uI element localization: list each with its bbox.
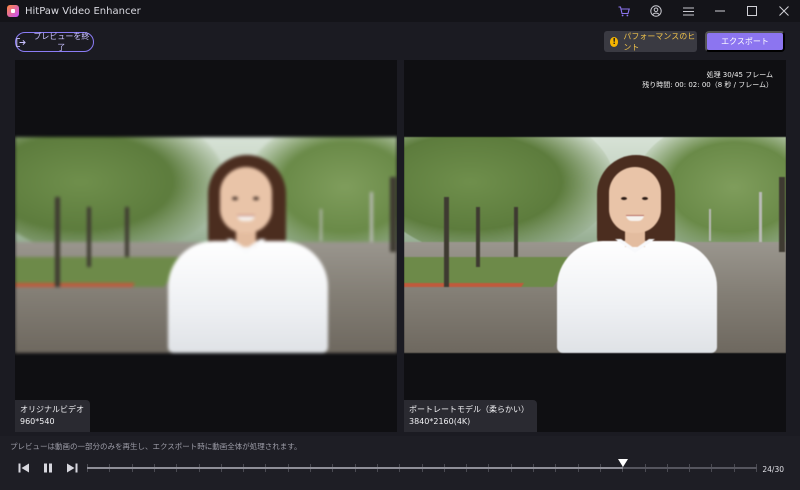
performance-hint-button[interactable]: ! パフォーマンスのヒント bbox=[604, 31, 697, 52]
playhead-handle[interactable] bbox=[618, 459, 628, 467]
account-icon[interactable] bbox=[640, 0, 672, 22]
app-title: HitPaw Video Enhancer bbox=[25, 5, 141, 17]
original-video-label: オリジナルビデオ bbox=[20, 405, 84, 414]
frame-counter: 24/30 bbox=[762, 465, 784, 474]
original-video-frame bbox=[15, 137, 397, 353]
minimize-icon[interactable] bbox=[704, 0, 736, 22]
enhanced-video-label-tag: ポートレートモデル（柔らかい） 3840*2160(4K) bbox=[404, 400, 537, 432]
performance-hint-label: パフォーマンスのヒント bbox=[623, 31, 696, 52]
maximize-icon[interactable] bbox=[736, 0, 768, 22]
original-video-label-tag: オリジナルビデオ 960*540 bbox=[15, 400, 90, 432]
previous-frame-button[interactable] bbox=[17, 461, 31, 475]
enhanced-video-frame bbox=[404, 137, 786, 353]
enhanced-video-resolution: 3840*2160(4K) bbox=[409, 417, 471, 426]
playback-bar: プレビューは動画の一部分のみを再生し、エクスポート時に動画全体が処理されます。 … bbox=[0, 436, 800, 490]
pause-button[interactable] bbox=[41, 461, 55, 475]
step-forward-icon bbox=[67, 463, 78, 473]
pause-icon bbox=[44, 463, 52, 473]
processing-progress: 処理 30/45 フレーム bbox=[706, 71, 773, 79]
original-video-panel: オリジナルビデオ 960*540 bbox=[15, 60, 397, 432]
timeline-track[interactable] bbox=[87, 467, 757, 469]
cart-icon[interactable] bbox=[608, 0, 640, 22]
timeline-progress bbox=[87, 467, 623, 469]
exit-icon bbox=[16, 37, 26, 47]
exit-preview-button[interactable]: プレビューを終了 bbox=[15, 32, 94, 52]
remaining-time: 残り時間: 00: 02: 00（8 秒 / フレーム） bbox=[642, 81, 773, 89]
next-frame-button[interactable] bbox=[65, 461, 79, 475]
preview-notice: プレビューは動画の一部分のみを再生し、エクスポート時に動画全体が処理されます。 bbox=[10, 442, 302, 451]
original-video-resolution: 960*540 bbox=[20, 417, 55, 426]
close-icon[interactable] bbox=[768, 0, 800, 22]
menu-icon[interactable] bbox=[672, 0, 704, 22]
step-back-icon bbox=[18, 463, 29, 473]
processing-status: 処理 30/45 フレーム 残り時間: 00: 02: 00（8 秒 / フレー… bbox=[642, 70, 773, 90]
title-bar: HitPaw Video Enhancer bbox=[0, 0, 800, 22]
warning-icon: ! bbox=[610, 36, 619, 47]
window-controls bbox=[608, 0, 800, 22]
enhanced-model-label: ポートレートモデル（柔らかい） bbox=[409, 405, 529, 414]
export-button[interactable]: エクスポート bbox=[705, 31, 785, 52]
exit-preview-label: プレビューを終了 bbox=[33, 32, 90, 52]
app-logo-icon bbox=[7, 5, 19, 17]
enhanced-video-panel: 処理 30/45 フレーム 残り時間: 00: 02: 00（8 秒 / フレー… bbox=[404, 60, 786, 432]
